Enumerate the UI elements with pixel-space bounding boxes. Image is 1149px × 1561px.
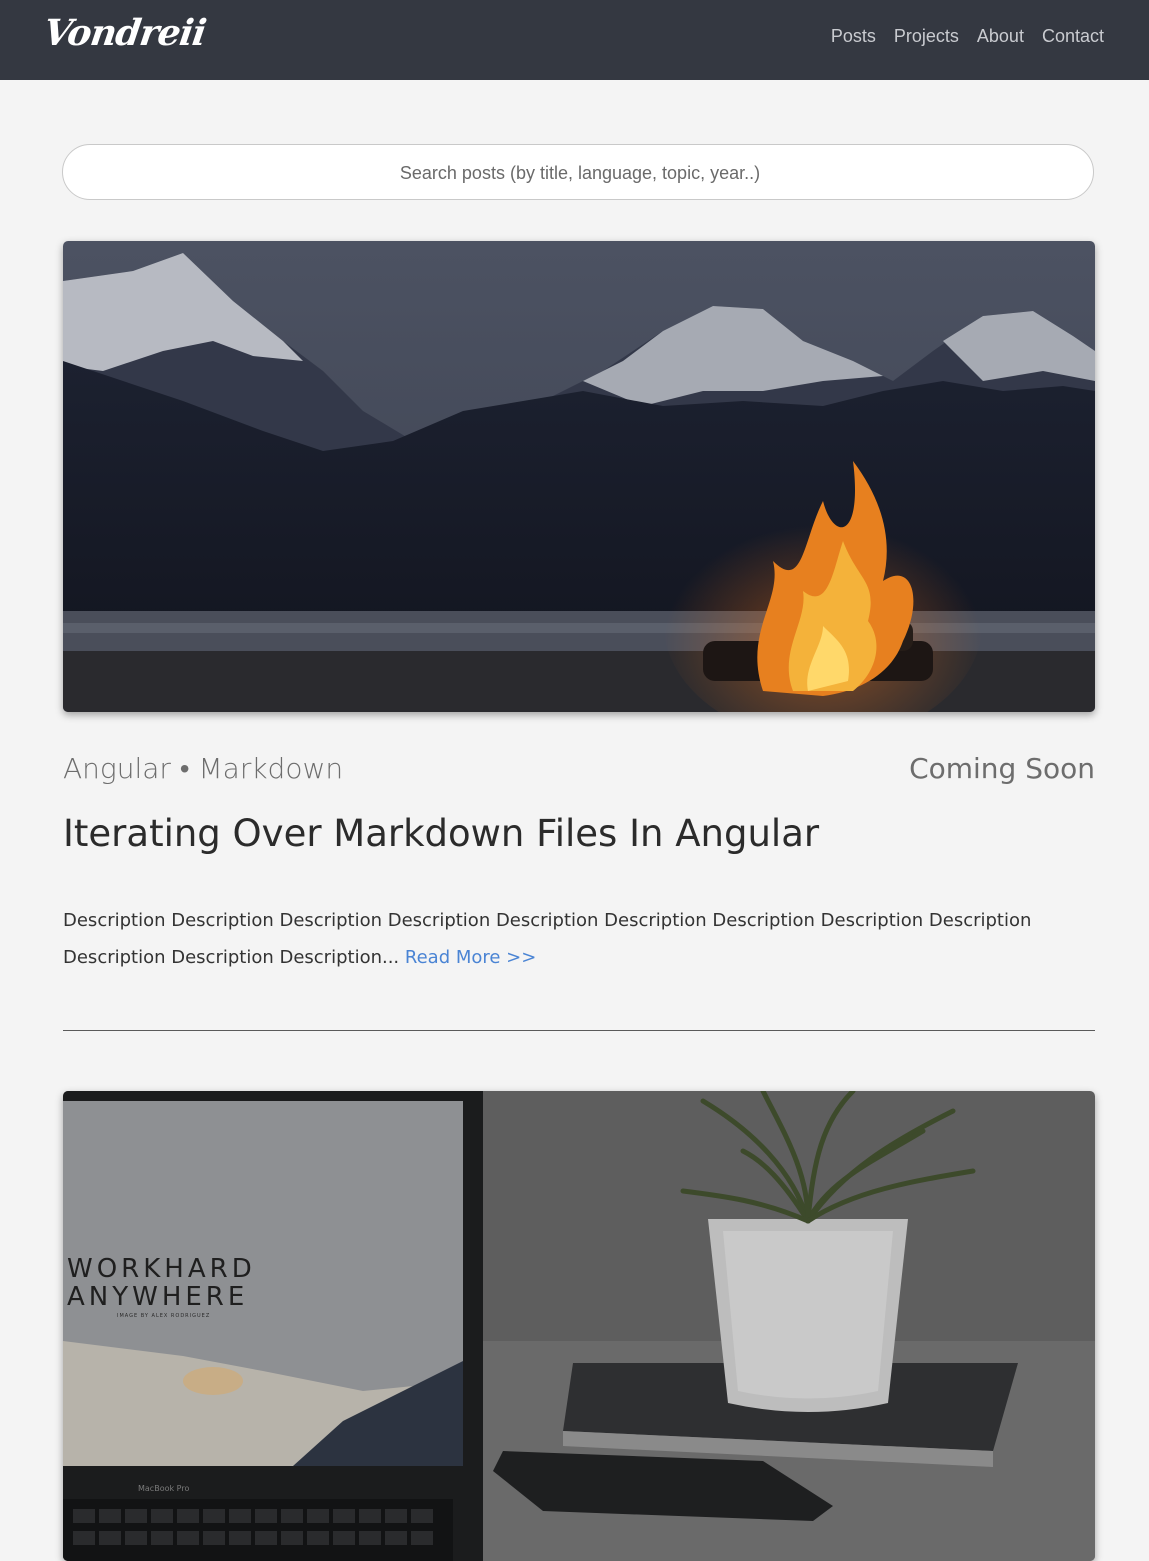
nav-link-posts[interactable]: Posts bbox=[831, 26, 876, 47]
navbar: Vondreii Posts Projects About Contact bbox=[0, 0, 1149, 80]
laptop-screen-text-2: ANYWHERE bbox=[67, 1282, 248, 1312]
post-description-text: Description Description Description Desc… bbox=[63, 910, 1032, 968]
post-status: Coming Soon bbox=[909, 752, 1095, 785]
nav-link-projects[interactable]: Projects bbox=[894, 26, 959, 47]
post-image-workspace[interactable]: WORKHARD ANYWHERE IMAGE BY ALEX RODRIGUE… bbox=[63, 1091, 1095, 1561]
post-image-campfire[interactable] bbox=[63, 241, 1095, 712]
nav-link-about[interactable]: About bbox=[977, 26, 1024, 47]
nav-link-contact[interactable]: Contact bbox=[1042, 26, 1104, 47]
post-tags: Angular • Markdown bbox=[63, 752, 344, 785]
laptop-screen-caption: IMAGE BY ALEX RODRIGUEZ bbox=[117, 1313, 210, 1319]
read-more-link[interactable]: Read More >> bbox=[405, 947, 536, 968]
search-input[interactable] bbox=[63, 145, 1097, 201]
post-description: Description Description Description Desc… bbox=[63, 902, 1073, 976]
brand-logo[interactable]: Vondreii bbox=[41, 12, 208, 54]
post-title[interactable]: Iterating Over Markdown Files In Angular bbox=[63, 812, 819, 855]
laptop-model-label: MacBook Pro bbox=[138, 1484, 189, 1493]
post-divider bbox=[63, 1030, 1095, 1031]
search-bar bbox=[62, 144, 1097, 201]
campfire-illustration bbox=[63, 241, 1095, 712]
nav-links: Posts Projects About Contact bbox=[831, 26, 1104, 47]
laptop-screen-text-1: WORKHARD bbox=[67, 1254, 256, 1284]
workspace-illustration: WORKHARD ANYWHERE IMAGE BY ALEX RODRIGUE… bbox=[63, 1091, 1095, 1561]
